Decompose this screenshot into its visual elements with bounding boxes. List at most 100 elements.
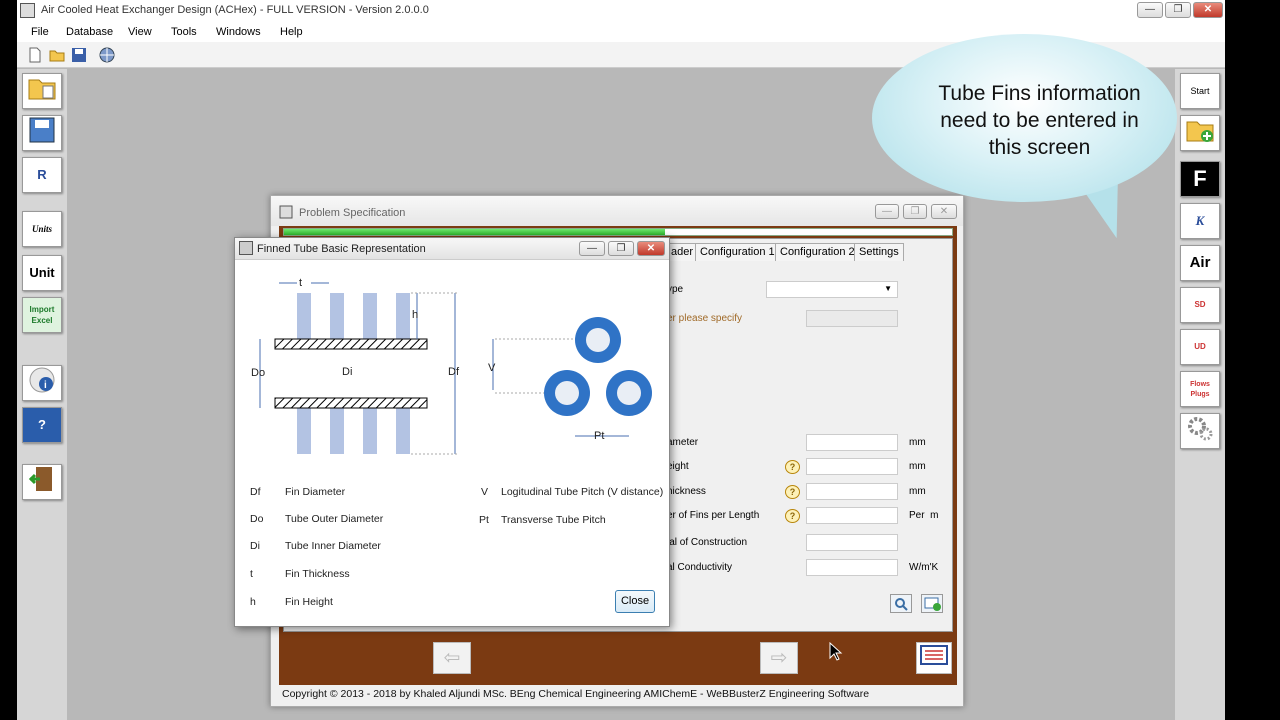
svg-text:i: i — [44, 380, 47, 391]
finned-tube-titlebar: Finned Tube Basic Representation — ❐ ✕ — [235, 238, 669, 260]
problem-specification-title: Problem Specification — [299, 207, 406, 219]
label-di: Di — [342, 366, 353, 378]
air-icon: Air — [1189, 254, 1211, 271]
fin-diameter-input[interactable] — [806, 434, 898, 451]
fin-height-unit: mm — [909, 461, 926, 472]
save-icon — [29, 117, 55, 143]
new-file-icon[interactable] — [27, 47, 43, 63]
results-button[interactable] — [916, 642, 952, 674]
fins-per-length-input[interactable] — [806, 507, 898, 524]
menu-windows[interactable]: Windows — [216, 26, 261, 38]
arrow-right-icon: ⇨ — [770, 647, 788, 669]
fin-diameter-label: ameter — [667, 437, 699, 448]
sd-button[interactable]: SD — [1180, 287, 1220, 323]
fin-thickness-input[interactable] — [806, 483, 898, 500]
ud-button[interactable]: UD — [1180, 329, 1220, 365]
legend-t-text: Fin Thickness — [285, 568, 350, 580]
app-icon — [279, 205, 293, 219]
open-project-button[interactable] — [22, 73, 62, 109]
ps-maximize-button[interactable]: ❐ — [903, 204, 927, 219]
ft-minimize-button[interactable]: — — [579, 241, 605, 256]
open-folder-icon[interactable] — [49, 47, 65, 63]
settings-button[interactable] — [1180, 413, 1220, 449]
label-df: Df — [448, 366, 459, 378]
start-button[interactable]: Start — [1180, 73, 1220, 109]
left-sidebar: R Units Unit Import Excel i ? — [17, 69, 67, 720]
tab-configuration-2[interactable]: Configuration 2 — [775, 243, 860, 261]
ps-minimize-button[interactable]: — — [875, 204, 899, 219]
report-icon: R — [37, 167, 47, 182]
save-icon[interactable] — [71, 47, 87, 63]
ft-close-button[interactable]: ✕ — [637, 241, 665, 256]
save-project-button[interactable] — [22, 115, 62, 151]
next-button[interactable]: ⇨ — [760, 642, 798, 674]
close-button[interactable]: ✕ — [1193, 2, 1223, 18]
legend-di-text: Tube Inner Diameter — [285, 540, 381, 552]
legend-pt-text: Transverse Tube Pitch — [501, 514, 606, 526]
close-dialog-button[interactable]: Close — [615, 590, 655, 613]
tab-settings[interactable]: Settings — [854, 243, 904, 261]
tab-header[interactable]: ader — [667, 243, 699, 261]
help-button[interactable]: ? — [22, 407, 62, 443]
menu-view[interactable]: View — [128, 26, 152, 38]
info-icon: i — [29, 367, 55, 393]
report-button[interactable]: R — [22, 157, 62, 193]
unit-button[interactable]: Unit — [22, 255, 62, 291]
flows-book-icon: Flows Plugs — [1190, 381, 1210, 398]
sd-book-icon: SD — [1194, 300, 1206, 309]
preview-button[interactable] — [890, 594, 912, 613]
menu-tools[interactable]: Tools — [171, 26, 197, 38]
finned-tube-title: Finned Tube Basic Representation — [257, 243, 426, 255]
fluid-button[interactable]: F — [1180, 161, 1220, 197]
app-window: Air Cooled Heat Exchanger Design (ACHex)… — [17, 0, 1225, 720]
new-project-button[interactable] — [1180, 115, 1220, 151]
tab-configuration-1[interactable]: Configuration 1 — [695, 243, 780, 261]
legend-t-symbol: t — [250, 568, 253, 580]
arrow-left-icon: ⇦ — [443, 647, 461, 669]
legend-h-symbol: h — [250, 596, 256, 608]
heat-exchanger-icon — [920, 645, 948, 665]
help-question-icon[interactable]: ? — [785, 460, 800, 474]
import-excel-button[interactable]: Import Excel — [22, 297, 62, 333]
legend-v-text: Logitudinal Tube Pitch (V distance) — [501, 486, 664, 498]
callout-line-2: need to be entered in — [940, 109, 1139, 132]
help-question-icon[interactable]: ? — [785, 509, 800, 523]
legend-h-text: Fin Height — [285, 596, 333, 608]
menu-database[interactable]: Database — [66, 26, 113, 38]
callout-text: Tube Fins information need to be entered… — [897, 80, 1182, 161]
k-coil-icon: K — [1195, 213, 1205, 228]
globe-icon[interactable] — [99, 47, 115, 63]
label-do: Do — [251, 367, 266, 379]
help-question-icon[interactable]: ? — [785, 485, 800, 499]
conductivity-button[interactable]: K — [1180, 203, 1220, 239]
menu-file[interactable]: File — [31, 26, 49, 38]
flows-button[interactable]: Flows Plugs — [1180, 371, 1220, 407]
air-button[interactable]: Air — [1180, 245, 1220, 281]
exit-button[interactable] — [22, 464, 62, 500]
material-input[interactable] — [806, 534, 898, 551]
conductivity-input[interactable] — [806, 559, 898, 576]
gears-icon — [1188, 417, 1213, 441]
ft-maximize-button[interactable]: ❐ — [608, 241, 634, 256]
back-button[interactable]: ⇦ — [433, 642, 471, 674]
magnifier-icon — [895, 598, 908, 611]
fin-thickness-unit: mm — [909, 486, 926, 497]
type-select[interactable]: ▼ — [766, 281, 898, 298]
minimize-button[interactable]: — — [1137, 2, 1163, 18]
legend-df-text: Fin Diameter — [285, 486, 346, 498]
fin-height-input[interactable] — [806, 458, 898, 475]
maximize-button[interactable]: ❐ — [1165, 2, 1191, 18]
add-entry-button[interactable] — [921, 594, 943, 613]
title-bar: Air Cooled Heat Exchanger Design (ACHex)… — [17, 0, 1225, 22]
help-book-icon: ? — [38, 417, 46, 432]
info-button[interactable]: i — [22, 365, 62, 401]
menu-help[interactable]: Help — [280, 26, 303, 38]
units-button[interactable]: Units — [22, 211, 62, 247]
other-specify-input[interactable] — [806, 310, 898, 327]
finned-tube-dialog: Finned Tube Basic Representation — ❐ ✕ t… — [234, 237, 670, 627]
exit-door-icon — [28, 467, 52, 491]
label-h: h — [412, 309, 419, 321]
open-folder-icon — [28, 79, 56, 100]
ps-close-button[interactable]: ✕ — [931, 204, 957, 219]
right-sidebar: Start F K Air SD UD Flows Plugs — [1175, 69, 1225, 720]
